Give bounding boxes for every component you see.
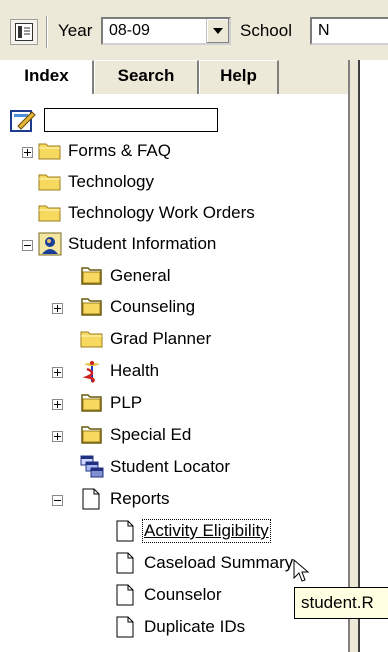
tree-item-activity-eligibility[interactable]: Activity Eligibility <box>0 517 348 547</box>
tab-index[interactable]: Index <box>0 60 94 94</box>
document-icon <box>114 615 136 644</box>
document-icon <box>80 487 102 516</box>
tooltip-text: student.R <box>301 593 374 612</box>
expand-icon[interactable] <box>52 399 63 410</box>
tree-item-label: Technology <box>68 172 155 191</box>
tree-item-label: Health <box>110 361 160 380</box>
year-select[interactable]: 08-09 <box>101 17 231 45</box>
tab-help[interactable]: Help <box>199 60 279 94</box>
year-dropdown-arrow-icon[interactable] <box>206 19 229 43</box>
tree-item-label: PLP <box>110 393 143 412</box>
tree-item-student-locator[interactable]: Student Locator <box>0 453 348 483</box>
school-select-value: N <box>318 22 330 39</box>
tree-item-label: Technology Work Orders <box>68 203 255 222</box>
toggle-panel-button[interactable] <box>10 19 38 45</box>
tree-item-label: Student Information <box>68 234 217 253</box>
tree-item-label: Reports <box>110 489 170 508</box>
tree-item-label: Student Locator <box>110 457 231 476</box>
index-search-input[interactable] <box>44 108 218 132</box>
edit-note-icon[interactable] <box>10 108 36 132</box>
tab-index-label: Index <box>24 66 69 85</box>
folder-icon <box>38 139 62 166</box>
document-icon <box>114 551 136 580</box>
tree-item-label: Special Ed <box>110 425 192 444</box>
tree-item-health[interactable]: Health <box>0 357 348 387</box>
document-icon <box>114 583 136 612</box>
content-pane <box>360 60 388 652</box>
splitter-bar[interactable] <box>350 60 358 652</box>
tree-item-forms[interactable]: Forms & FAQ <box>0 137 348 167</box>
tree-item-label: Counseling <box>110 297 196 316</box>
mouse-cursor-icon <box>293 559 310 582</box>
collapse-icon[interactable] <box>22 240 33 251</box>
caduceus-icon <box>80 359 104 388</box>
student-icon <box>38 232 62 261</box>
folder-icon <box>80 327 104 354</box>
expand-icon[interactable] <box>52 303 63 314</box>
tree-item-label: Caseload Summary <box>144 553 294 572</box>
school-label: School <box>240 21 292 40</box>
panel-toggle-icon <box>15 23 33 41</box>
expand-icon[interactable] <box>22 147 33 158</box>
locator-icon <box>80 455 104 484</box>
folder-icon <box>38 201 62 228</box>
tree-item-special-ed[interactable]: Special Ed <box>0 421 348 451</box>
tree-item-grad-planner[interactable]: Grad Planner <box>0 325 348 355</box>
tree-item-technology[interactable]: Technology <box>0 168 348 198</box>
tree-item-label: General <box>110 266 171 285</box>
tree-item-label: Forms & FAQ <box>68 141 171 160</box>
collapse-icon[interactable] <box>52 495 63 506</box>
tree-item-counseling[interactable]: Counseling <box>0 293 348 323</box>
toolbar-separator <box>46 16 48 48</box>
tree-item-label: Counselor <box>144 585 222 604</box>
tree-item-label: Grad Planner <box>110 329 212 348</box>
expand-icon[interactable] <box>52 367 63 378</box>
tab-help-label: Help <box>220 66 257 85</box>
tooltip: student.R <box>294 587 388 619</box>
tab-search-label: Search <box>117 66 175 85</box>
tree-item-plp[interactable]: PLP <box>0 389 348 419</box>
tree-item-student-information[interactable]: Student Information <box>0 230 348 260</box>
expand-icon[interactable] <box>52 431 63 442</box>
tab-search[interactable]: Search <box>94 60 199 94</box>
school-select[interactable]: N <box>310 17 388 45</box>
open-folder-icon <box>80 391 104 418</box>
tree-item-tech-work-orders[interactable]: Technology Work Orders <box>0 199 348 229</box>
open-folder-icon <box>80 264 104 291</box>
tree-item-label: Duplicate IDs <box>144 617 246 636</box>
tree-item-label: Activity Eligibility <box>142 519 271 543</box>
tree-item-reports[interactable]: Reports <box>0 485 348 515</box>
tab-bar: Index Search Help <box>0 60 350 94</box>
tree-item-general[interactable]: General <box>0 262 348 292</box>
year-label: Year <box>58 21 93 40</box>
year-select-value: 08-09 <box>109 22 150 39</box>
open-folder-icon <box>80 423 104 450</box>
document-icon <box>114 519 136 548</box>
toolbar: Year 08-09 School N <box>0 0 388 60</box>
open-folder-icon <box>80 295 104 322</box>
folder-icon <box>38 170 62 197</box>
